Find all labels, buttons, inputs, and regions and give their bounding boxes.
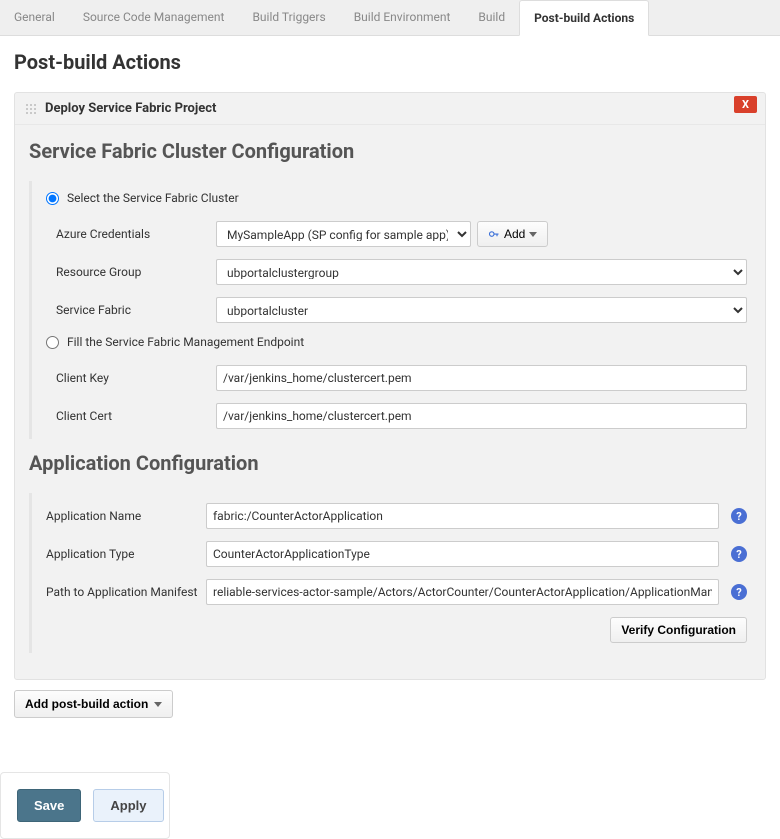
chevron-down-icon xyxy=(529,232,537,237)
verify-configuration-button[interactable]: Verify Configuration xyxy=(610,617,747,643)
footer-actions: Save Apply xyxy=(0,772,170,839)
build-step-box: X Deploy Service Fabric Project Service … xyxy=(14,92,766,680)
cluster-config-group: Select the Service Fabric Cluster Azure … xyxy=(29,181,751,439)
tab-environment[interactable]: Build Environment xyxy=(340,0,465,35)
drag-handle-icon[interactable] xyxy=(25,103,37,115)
section-title-cluster: Service Fabric Cluster Configuration xyxy=(29,139,751,163)
app-config-group: Application Name ? Application Type ? Pa… xyxy=(29,493,751,653)
page-content: Post-build Actions X Deploy Service Fabr… xyxy=(0,36,780,732)
label-azure-credentials: Azure Credentials xyxy=(56,227,216,241)
label-service-fabric: Service Fabric xyxy=(56,303,216,317)
label-resource-group: Resource Group xyxy=(56,265,216,279)
step-title: Deploy Service Fabric Project xyxy=(45,101,216,116)
label-client-key: Client Key xyxy=(56,371,216,385)
step-header: Deploy Service Fabric Project xyxy=(15,93,765,125)
close-icon[interactable]: X xyxy=(734,96,757,113)
help-icon[interactable]: ? xyxy=(731,546,747,562)
help-icon[interactable]: ? xyxy=(731,584,747,600)
add-credentials-button[interactable]: Add xyxy=(477,221,548,247)
tab-triggers[interactable]: Build Triggers xyxy=(238,0,339,35)
key-icon xyxy=(488,228,500,240)
radio-select-cluster[interactable] xyxy=(46,192,59,205)
input-manifest-path[interactable] xyxy=(206,579,719,605)
section-title-app: Application Configuration xyxy=(29,451,751,475)
page-title: Post-build Actions xyxy=(14,50,766,74)
tab-scm[interactable]: Source Code Management xyxy=(69,0,239,35)
tab-general[interactable]: General xyxy=(0,0,69,35)
radio-fill-endpoint-label: Fill the Service Fabric Management Endpo… xyxy=(67,335,304,349)
add-post-build-action-button[interactable]: Add post-build action xyxy=(14,690,173,718)
input-app-name[interactable] xyxy=(206,503,719,529)
input-client-key[interactable] xyxy=(216,365,747,391)
tab-post-build-actions[interactable]: Post-build Actions xyxy=(519,0,649,36)
select-service-fabric[interactable]: ubportalcluster xyxy=(216,297,747,323)
input-client-cert[interactable] xyxy=(216,403,747,429)
apply-button[interactable]: Apply xyxy=(93,789,163,822)
label-app-type: Application Type xyxy=(46,547,206,561)
help-icon[interactable]: ? xyxy=(731,508,747,524)
label-client-cert: Client Cert xyxy=(56,409,216,423)
tab-build[interactable]: Build xyxy=(464,0,519,35)
radio-fill-endpoint[interactable] xyxy=(46,336,59,349)
add-credentials-label: Add xyxy=(504,227,525,241)
add-action-label: Add post-build action xyxy=(25,697,148,711)
label-app-name: Application Name xyxy=(46,509,206,523)
radio-select-cluster-label: Select the Service Fabric Cluster xyxy=(67,191,239,205)
tabs: General Source Code Management Build Tri… xyxy=(0,0,780,36)
label-manifest-path: Path to Application Manifest xyxy=(46,585,206,599)
select-azure-credentials[interactable]: MySampleApp (SP config for sample app) xyxy=(216,221,471,247)
select-resource-group[interactable]: ubportalclustergroup xyxy=(216,259,747,285)
save-button[interactable]: Save xyxy=(17,789,81,822)
input-app-type[interactable] xyxy=(206,541,719,567)
chevron-down-icon xyxy=(154,702,162,707)
